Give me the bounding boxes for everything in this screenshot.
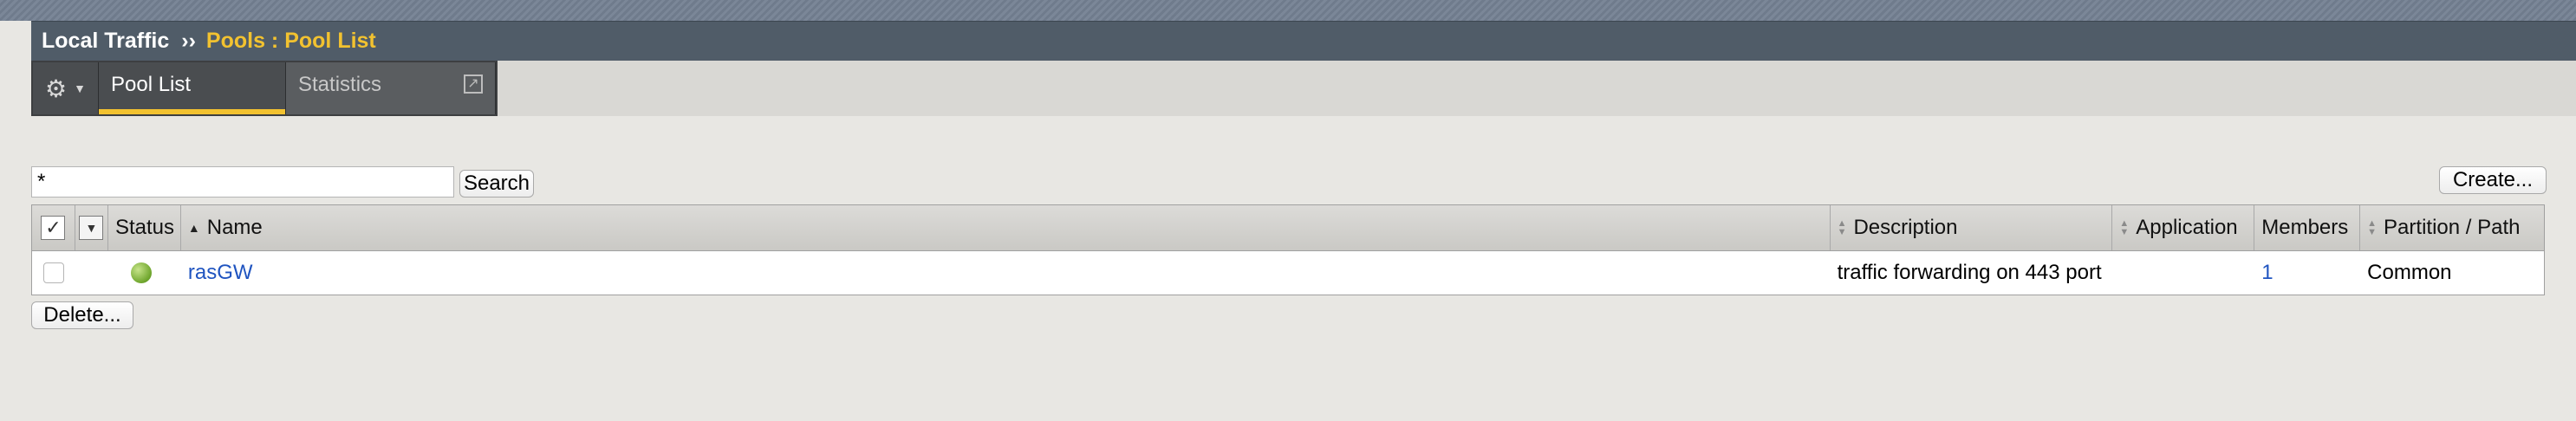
breadcrumb-root[interactable]: Local Traffic: [42, 29, 169, 54]
members-cell: 1: [2254, 251, 2360, 295]
row-select-cell: [32, 251, 75, 295]
name-cell: rasGW: [181, 251, 1831, 295]
table-row: rasGW traffic forwarding on 443 port 1 C…: [32, 251, 2544, 295]
delete-button[interactable]: Delete...: [31, 301, 133, 329]
members-link[interactable]: 1: [2261, 261, 2273, 285]
partition-cell: Common: [2367, 261, 2452, 284]
status-available-icon: [130, 262, 152, 283]
status-cell: [108, 251, 181, 295]
select-all-checkbox[interactable]: ✓: [41, 216, 66, 240]
column-header-description[interactable]: ▲ ▼ Description: [1831, 205, 2113, 250]
column-header-application[interactable]: ▲ ▼ Application: [2112, 205, 2255, 250]
pool-name-link[interactable]: rasGW: [188, 261, 253, 285]
create-button[interactable]: Create...: [2439, 166, 2547, 194]
breadcrumb: Local Traffic ›› Pools : Pool List: [31, 21, 2576, 61]
breadcrumb-separator: ››: [181, 29, 196, 53]
tab-label: Pool List: [111, 73, 192, 96]
row-menu-header: ▼: [75, 205, 108, 250]
tab-label: Statistics: [298, 73, 382, 96]
sort-icon: ▲ ▼: [2119, 218, 2130, 237]
column-header-partition[interactable]: ▲ ▼ Partition / Path: [2360, 205, 2544, 250]
column-header-name[interactable]: ▲ Name: [181, 205, 1831, 250]
column-header-members[interactable]: Members: [2254, 205, 2361, 250]
search-input[interactable]: [31, 166, 454, 198]
pool-list-table: ✓ ▼ Status ▲ Name ▲ ▼ Description ▲ ▼ Appl…: [31, 204, 2545, 295]
search-button[interactable]: Search: [459, 170, 534, 198]
description-cell: traffic forwarding on 443 port: [1837, 261, 2102, 284]
top-banner: [0, 0, 2576, 21]
chevron-down-icon[interactable]: ▼: [79, 216, 104, 240]
column-header-status[interactable]: Status: [108, 205, 181, 250]
options-menu-button[interactable]: ⚙ ▼: [33, 62, 99, 114]
sort-icon: ▲ ▼: [1837, 218, 1847, 237]
page-title: Pools : Pool List: [205, 29, 376, 53]
sort-icon: ▲ ▼: [2367, 218, 2378, 237]
tab-bar: ⚙ ▼ Pool List Statistics ↗: [31, 61, 498, 116]
gear-icon: ⚙: [45, 74, 68, 102]
tab-pool-list[interactable]: Pool List: [99, 62, 286, 114]
application-cell: [2112, 251, 2254, 295]
row-spacer: [75, 251, 108, 295]
row-checkbox[interactable]: [42, 262, 64, 283]
tab-statistics[interactable]: Statistics ↗: [286, 62, 496, 114]
chevron-down-icon: ▼: [74, 81, 86, 95]
select-all-header: ✓: [32, 205, 75, 250]
table-header: ✓ ▼ Status ▲ Name ▲ ▼ Description ▲ ▼ Appl…: [32, 205, 2544, 251]
popout-icon[interactable]: ↗: [464, 74, 483, 94]
sort-ascending-icon: ▲: [187, 221, 200, 235]
